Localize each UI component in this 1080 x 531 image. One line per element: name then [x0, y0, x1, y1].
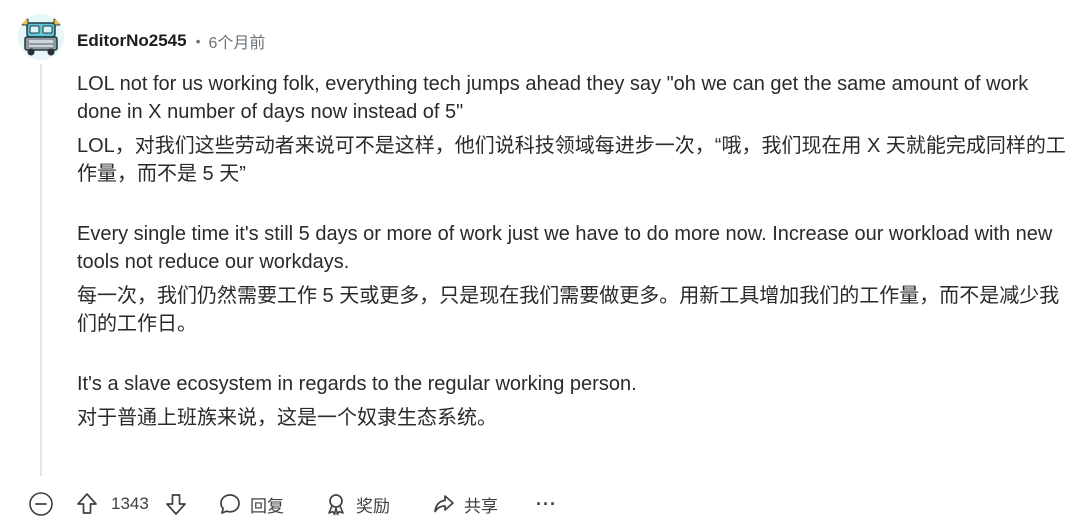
award-ribbon-icon	[328, 494, 344, 516]
paragraph-chinese-1: LOL，对我们这些劳动者来说可不是这样，他们说科技领域每进步一次，“哦，我们现在…	[77, 135, 1066, 185]
vote-score: 1343	[111, 494, 149, 513]
paragraph-english-3: It's a slave ecosystem in regards to the…	[77, 373, 637, 395]
comment-action-bar: 1343 回复 奖励 共享 ···	[28, 486, 588, 522]
avatar[interactable]	[18, 14, 64, 60]
meta-separator: •	[195, 33, 201, 49]
comment: EditorNo2545 • 6个月前 LOL not for us worki…	[0, 0, 1080, 531]
chat-bubble-icon	[220, 494, 240, 514]
more-options-button[interactable]: ···	[536, 486, 557, 522]
collapse-button[interactable]	[28, 486, 54, 522]
comment-body: LOL not for us working folk, everything …	[77, 70, 1067, 432]
downvote-arrow-icon	[166, 494, 186, 515]
collapse-minus-icon	[29, 492, 53, 516]
reply-button[interactable]: 回复	[218, 486, 284, 522]
upvote-button[interactable]	[75, 486, 99, 522]
paragraph-english-1: LOL not for us working folk, everything …	[77, 73, 1029, 123]
award-label: 奖励	[356, 496, 390, 516]
award-button[interactable]: 奖励	[324, 486, 390, 522]
paragraph-chinese-3: 对于普通上班族来说，这是一个奴隶生态系统。	[77, 407, 497, 429]
paragraph-english-2: Every single time it's still 5 days or m…	[77, 223, 1053, 273]
comment-header: EditorNo2545 • 6个月前	[77, 29, 265, 53]
avatar-snoo-icon	[18, 14, 64, 60]
reply-label: 回复	[250, 496, 284, 516]
share-button[interactable]: 共享	[432, 486, 498, 522]
thread-line[interactable]	[40, 64, 42, 476]
share-label: 共享	[464, 496, 498, 516]
more-options-icon: ···	[536, 493, 557, 514]
downvote-button[interactable]	[164, 486, 188, 522]
paragraph-chinese-2: 每一次，我们仍然需要工作 5 天或更多，只是现在我们需要做更多。用新工具增加我们…	[77, 285, 1060, 335]
upvote-arrow-icon	[77, 493, 97, 514]
author-name[interactable]: EditorNo2545	[77, 31, 187, 51]
timestamp[interactable]: 6个月前	[209, 29, 266, 53]
share-arrow-icon	[434, 495, 454, 513]
